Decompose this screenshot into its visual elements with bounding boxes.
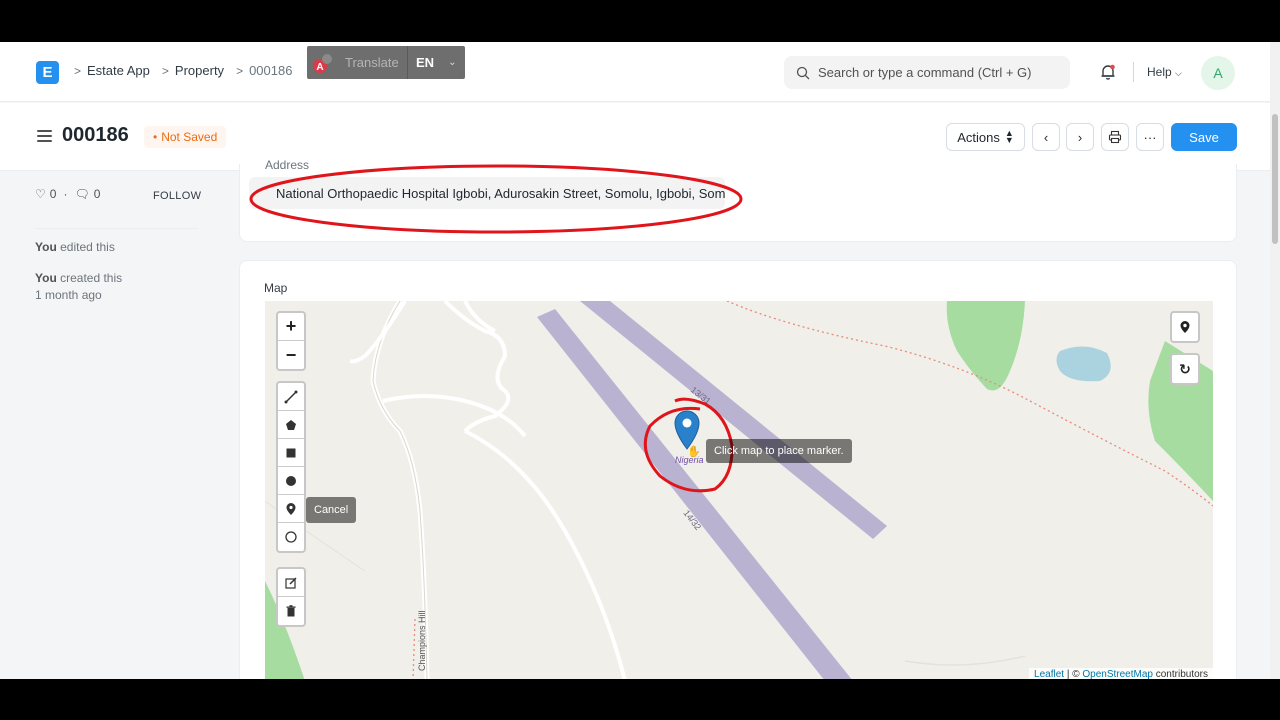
- polygon-icon: [286, 419, 296, 430]
- app-window: E > Estate App > Property > 000186 A Tra…: [0, 42, 1280, 679]
- status-badge: • Not Saved: [144, 126, 227, 148]
- delete-layers-button[interactable]: [278, 597, 304, 625]
- map-marker: [674, 410, 700, 450]
- menu-icon[interactable]: [37, 130, 52, 145]
- dot-separator: ·: [63, 187, 68, 201]
- map-label: Map: [264, 281, 288, 295]
- draw-circlemarker-button[interactable]: [278, 523, 304, 551]
- navbar: E > Estate App > Property > 000186 A Tra…: [0, 42, 1280, 102]
- zoom-in-button[interactable]: +: [278, 313, 304, 341]
- help-menu[interactable]: Help ⌵: [1147, 65, 1182, 79]
- draw-rectangle-button[interactable]: [278, 439, 304, 467]
- cancel-draw-button[interactable]: Cancel: [306, 497, 357, 523]
- previous-button[interactable]: ‹: [1032, 123, 1060, 151]
- chevron-right-icon: >: [161, 63, 169, 78]
- translate-label: Translate: [345, 55, 399, 70]
- zoom-out-button[interactable]: −: [278, 341, 304, 369]
- map-canvas[interactable]: 13/31 14/32 Champions Hill Nigeria + − C…: [265, 301, 1213, 679]
- draw-toolbar: [276, 381, 306, 553]
- svg-text:A: A: [316, 62, 323, 73]
- circle-marker-icon: [285, 531, 297, 543]
- map-section: Map 13/31 14/32 Champions Hill Nigeria +…: [239, 260, 1237, 679]
- app-logo[interactable]: E: [36, 61, 59, 84]
- zoom-controls: + −: [276, 311, 306, 371]
- breadcrumb-estate-app[interactable]: Estate App: [87, 63, 150, 78]
- print-button[interactable]: [1101, 123, 1129, 151]
- location-pin-icon: [1180, 321, 1190, 333]
- refresh-icon: ↻: [1179, 360, 1191, 377]
- page-head: 000186 • Not Saved Actions ▲ ▼ ‹ › ··· Sa…: [0, 103, 1280, 171]
- translate-icon: A: [311, 51, 335, 75]
- chevron-right-icon: ›: [1077, 129, 1083, 145]
- cursor-icon: ✋: [687, 446, 701, 458]
- rectangle-icon: [286, 448, 296, 457]
- translate-widget[interactable]: A Translate EN ⌄: [307, 46, 465, 79]
- activity-item: You edited this: [35, 240, 115, 254]
- edit-layers-button[interactable]: [278, 569, 304, 597]
- breadcrumb-property[interactable]: Property: [175, 63, 224, 78]
- search-icon: [796, 66, 810, 79]
- scrollbar-thumb[interactable]: [1272, 114, 1278, 244]
- divider: [1133, 62, 1134, 82]
- refresh-control: ↻: [1170, 353, 1200, 385]
- leaflet-link[interactable]: Leaflet: [1034, 669, 1064, 679]
- language-select[interactable]: EN: [416, 55, 434, 70]
- refresh-button[interactable]: ↻: [1172, 355, 1198, 383]
- more-options-button[interactable]: ···: [1136, 123, 1164, 151]
- breadcrumb: > Estate App > Property > 000186: [74, 63, 292, 78]
- avatar[interactable]: A: [1201, 56, 1235, 90]
- locate-button[interactable]: [1172, 313, 1198, 341]
- save-button[interactable]: Save: [1171, 123, 1237, 151]
- follow-button[interactable]: FOLLOW: [153, 190, 201, 202]
- trash-icon: [286, 605, 296, 617]
- edit-toolbar: [276, 567, 306, 627]
- chevron-down-icon: ⌵: [1175, 68, 1182, 78]
- likes-count: 0: [49, 187, 57, 201]
- divider: [35, 228, 198, 229]
- locate-control: [1170, 311, 1200, 343]
- form-sidebar: ♡ 0 · 🗨 0 FOLLOW You edited this You cre…: [35, 187, 201, 302]
- next-button[interactable]: ›: [1066, 123, 1094, 151]
- chevron-right-icon: >: [74, 63, 82, 78]
- annotation-circle: [249, 164, 743, 234]
- sort-icon: ▲ ▼: [1004, 128, 1014, 145]
- breadcrumb-current: 000186: [249, 63, 293, 78]
- search-input[interactable]: Search or type a command (Ctrl + G): [784, 56, 1070, 89]
- comments-count: 0: [93, 187, 101, 201]
- draw-marker-button[interactable]: [278, 495, 304, 523]
- actions-button[interactable]: Actions ▲ ▼: [946, 123, 1025, 151]
- search-placeholder: Search or type a command (Ctrl + G): [818, 65, 1032, 80]
- chevron-right-icon: >: [236, 63, 244, 78]
- circle-icon: [286, 475, 296, 486]
- bell-icon[interactable]: [1099, 63, 1117, 86]
- osm-link[interactable]: OpenStreetMap: [1082, 669, 1153, 679]
- printer-icon: [1108, 130, 1122, 144]
- street-label: Champions Hill: [417, 610, 427, 671]
- map-attribution: Leaflet | © OpenStreetMap contributors: [1029, 668, 1213, 679]
- polyline-icon: [284, 390, 298, 403]
- chevron-down-icon: ⌄: [448, 57, 457, 68]
- edit-icon: [285, 576, 297, 589]
- divider: [407, 46, 408, 79]
- draw-polyline-button[interactable]: [278, 383, 304, 411]
- marker-icon: [286, 502, 296, 515]
- page-title: 000186: [62, 124, 129, 146]
- activity-item: You created this 1 month ago: [35, 271, 123, 302]
- heart-icon[interactable]: ♡: [35, 187, 46, 201]
- map-tiles: 13/31 14/32 Champions Hill Nigeria: [265, 301, 1213, 679]
- comment-icon[interactable]: 🗨: [74, 187, 89, 201]
- chevron-left-icon: ‹: [1043, 129, 1049, 145]
- map-tooltip: Click map to place marker.: [706, 439, 852, 463]
- page-scrollbar[interactable]: [1270, 42, 1280, 679]
- draw-polygon-button[interactable]: [278, 411, 304, 439]
- help-label: Help: [1147, 65, 1172, 79]
- draw-circle-button[interactable]: [278, 467, 304, 495]
